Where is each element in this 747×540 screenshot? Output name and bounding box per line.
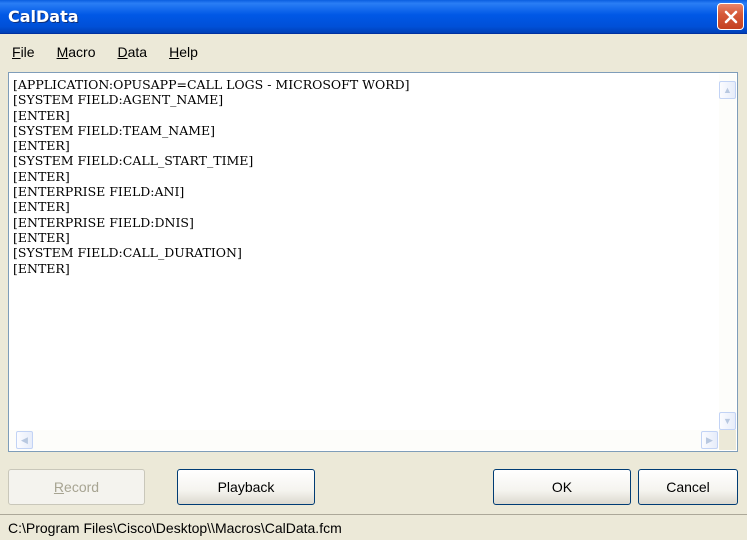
- menu-help[interactable]: Help: [165, 42, 202, 62]
- arrow-left-icon: ◀: [21, 434, 28, 445]
- macro-line: [ENTER]: [13, 199, 70, 215]
- macro-line: [ENTER]: [13, 107, 70, 123]
- menu-data[interactable]: Data: [113, 42, 151, 62]
- macro-line: [ENTER]: [13, 260, 70, 276]
- scroll-left-button[interactable]: ◀: [16, 431, 33, 449]
- arrow-right-icon: ▶: [706, 434, 713, 445]
- macro-line: [SYSTEM FIELD:TEAM_NAME]: [13, 122, 216, 138]
- close-button[interactable]: [717, 3, 744, 30]
- playback-button[interactable]: Playback: [177, 469, 315, 505]
- arrow-up-icon: ▲: [723, 85, 732, 95]
- macro-line: [SYSTEM FIELD:CALL_START_TIME]: [13, 153, 254, 169]
- macro-line: [ENTER]: [13, 229, 70, 245]
- scrollbar-corner: [719, 430, 736, 450]
- record-button[interactable]: Record: [8, 469, 145, 505]
- menu-macro[interactable]: Macro: [53, 42, 100, 62]
- macro-text[interactable]: [APPLICATION:OPUSAPP=CALL LOGS - MICROSO…: [13, 77, 713, 427]
- macro-line: [SYSTEM FIELD:AGENT_NAME]: [13, 92, 224, 108]
- ok-button[interactable]: OK: [493, 469, 631, 505]
- macro-editor[interactable]: [APPLICATION:OPUSAPP=CALL LOGS - MICROSO…: [8, 72, 738, 452]
- window-title: CalData: [8, 7, 79, 26]
- macro-line: [ENTER]: [13, 168, 70, 184]
- macro-line: [APPLICATION:OPUSAPP=CALL LOGS - MICROSO…: [13, 77, 410, 92]
- scroll-up-button[interactable]: ▲: [719, 81, 736, 99]
- scroll-right-button[interactable]: ▶: [701, 431, 718, 449]
- macro-line: [ENTERPRISE FIELD:DNIS]: [13, 214, 194, 230]
- vertical-scrollbar[interactable]: ▲ ▼: [719, 74, 736, 430]
- close-icon: [724, 10, 737, 23]
- macro-line: [SYSTEM FIELD:CALL_DURATION]: [13, 245, 242, 261]
- scroll-down-button[interactable]: ▼: [719, 412, 736, 430]
- macro-line: [ENTER]: [13, 138, 70, 154]
- macro-file-path: C:\Program Files\Cisco\Desktop\\Macros\C…: [8, 519, 342, 536]
- menu-bar: File Macro Data Help: [0, 35, 747, 69]
- horizontal-scrollbar[interactable]: ◀ ▶: [10, 430, 718, 450]
- macro-line: [ENTERPRISE FIELD:ANI]: [13, 184, 185, 200]
- menu-file[interactable]: File: [8, 42, 39, 62]
- arrow-down-icon: ▼: [723, 416, 732, 426]
- cancel-button[interactable]: Cancel: [638, 469, 738, 505]
- title-bar: CalData: [0, 0, 747, 34]
- status-bar: C:\Program Files\Cisco\Desktop\\Macros\C…: [0, 514, 747, 540]
